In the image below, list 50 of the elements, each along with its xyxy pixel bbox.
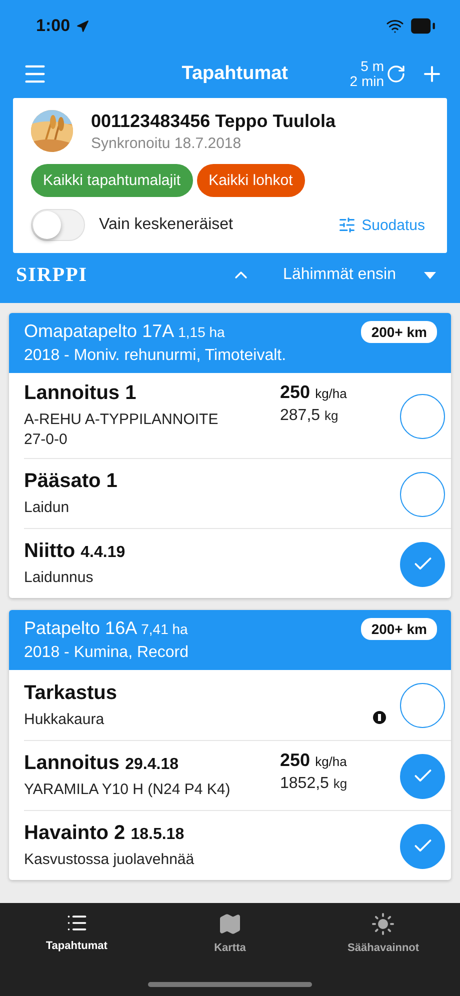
distance-badge: 200+ km	[361, 321, 437, 343]
wifi-icon	[386, 17, 404, 35]
event-title[interactable]: Pääsato 1	[24, 470, 400, 493]
field-crop: 2018 - Kumina, Record	[24, 644, 190, 662]
event-detail: Laidunnus	[24, 568, 94, 588]
tab[interactable]: Kartta	[153, 911, 307, 955]
done-checkbox[interactable]	[400, 542, 445, 586]
tab[interactable]: Säähavainnot	[306, 911, 460, 955]
event-detail: Kasvustossa juolavehnää	[24, 850, 196, 870]
caret-down-icon	[424, 272, 436, 278]
total-text: 1852,5 kg	[280, 775, 348, 793]
field-name: Patapelto 16A 7,41 ha	[24, 618, 189, 639]
location-icon	[76, 20, 90, 32]
done-checkbox[interactable]	[400, 824, 445, 868]
status-time: 1:00	[36, 16, 70, 36]
tab[interactable]: Tapahtumat	[0, 911, 154, 953]
event-title[interactable]: Lannoitus 29.4.18	[24, 752, 280, 775]
toggle-label: Vain keskeneräiset	[99, 216, 234, 234]
field-header[interactable]: Omapatapelto 17A 1,15 ha 2018 - Moniv. rehunurmi, Timoteivalt. 200+ km	[9, 313, 451, 373]
farmer-name: 001123483456 Teppo Tuulola	[91, 110, 336, 132]
info-icon[interactable]	[373, 711, 386, 724]
event-detail: Laidun	[24, 498, 70, 518]
event-detail: Hukkakaura	[24, 710, 106, 730]
logo: SIRPPI	[16, 264, 89, 286]
done-checkbox[interactable]	[400, 472, 445, 516]
rate-text: 250 kg/ha	[280, 750, 348, 771]
sliders-icon	[338, 216, 356, 234]
event-title[interactable]: Havainto 2 18.5.18	[24, 822, 400, 845]
total-text: 287,5 kg	[280, 407, 340, 425]
field-header[interactable]: Patapelto 16A 7,41 ha 2018 - Kumina, Record 200+ km	[9, 610, 451, 670]
done-checkbox[interactable]	[400, 394, 445, 438]
sun-icon	[371, 912, 396, 936]
toggle-switch[interactable]	[31, 209, 85, 241]
rate-text: 250 kg/ha	[280, 382, 348, 403]
event-title[interactable]: Tarkastus	[24, 682, 373, 704]
field-crop: 2018 - Moniv. rehunurmi, Timoteivalt.	[24, 347, 288, 365]
filter-chip[interactable]: Kaikki lohkot	[196, 164, 305, 197]
done-checkbox[interactable]	[400, 754, 445, 798]
map-icon	[218, 912, 242, 936]
event-title[interactable]: Niitto 4.4.19	[24, 540, 400, 563]
sync-time: 5 m 2 min	[350, 59, 384, 89]
event-detail: YARAMILA Y10 H (N24 P4 K4)	[24, 780, 232, 800]
refresh-icon	[386, 64, 406, 84]
screen-title: Tapahtumat	[180, 63, 290, 85]
distance-badge: 200+ km	[361, 618, 437, 640]
done-checkbox[interactable]	[400, 683, 445, 728]
field-name: Omapatapelto 17A 1,15 ha	[24, 321, 226, 342]
event-title[interactable]: Lannoitus 1	[24, 382, 280, 405]
sync-date: Synkronoitu 18.7.2018	[91, 134, 242, 152]
event-detail: A-REHU A-TYPPILANNOITE 27-0-0	[24, 410, 220, 450]
